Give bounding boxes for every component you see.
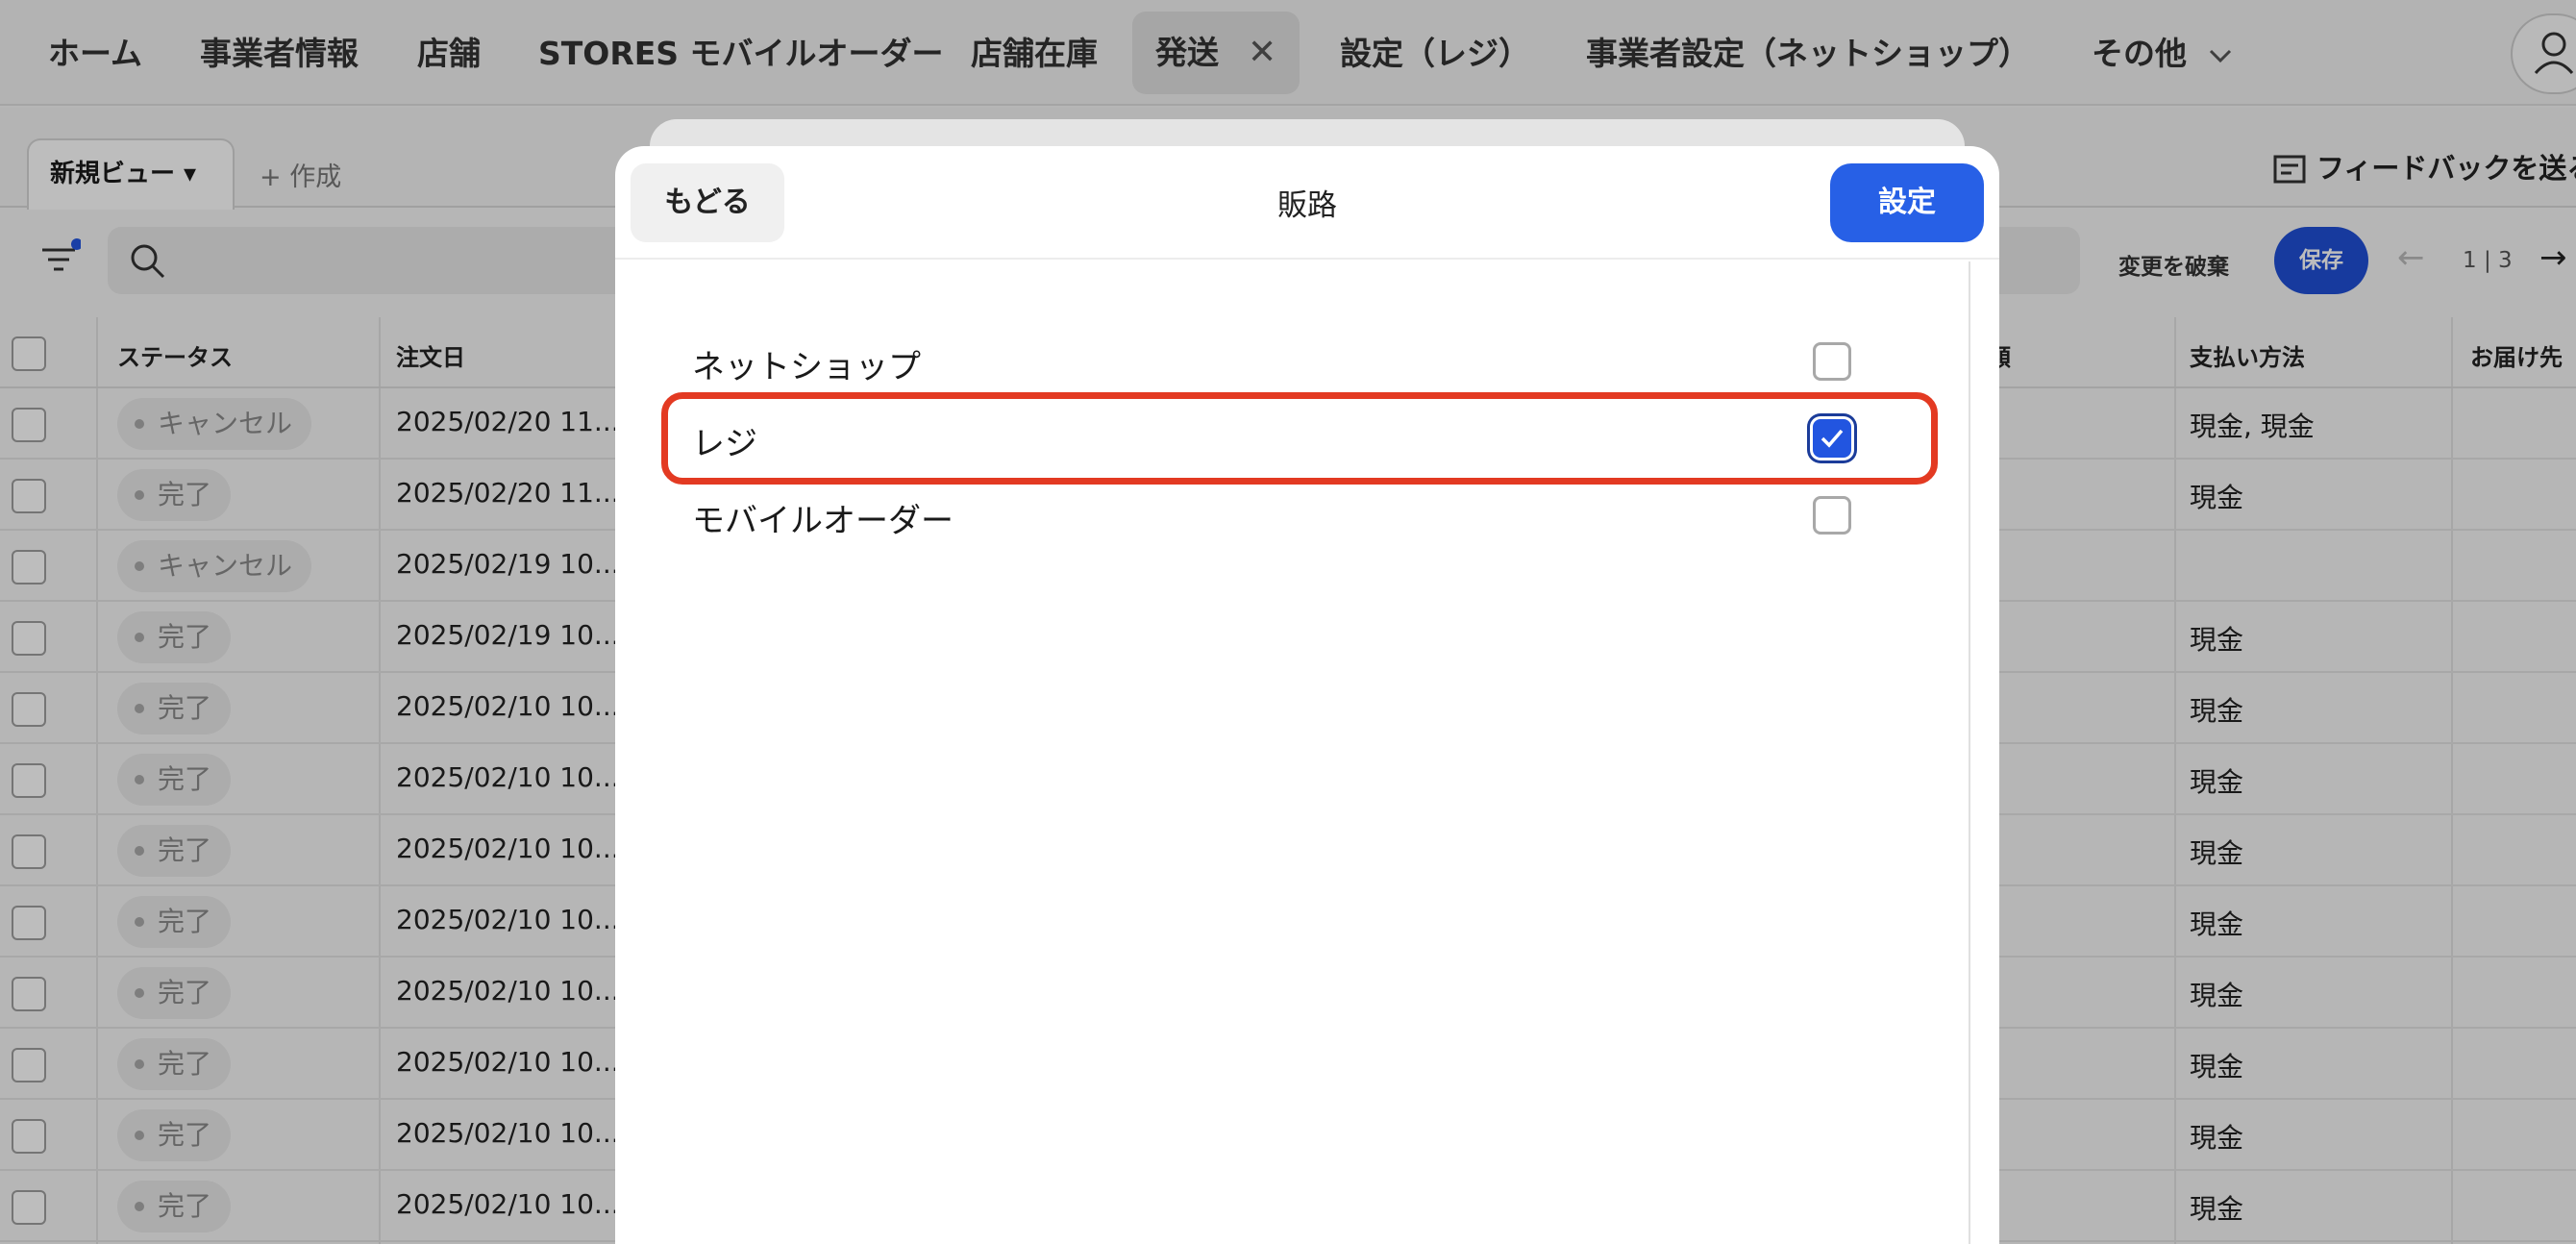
option-label: モバイルオーダー — [692, 502, 954, 540]
highlight-annotation — [661, 392, 1938, 485]
scrollbar[interactable] — [1969, 261, 1970, 1244]
option-mobile-order[interactable]: モバイルオーダー — [692, 486, 1884, 544]
option-netshop[interactable]: ネットショップ — [692, 333, 1884, 390]
modal-title: 販路 — [1277, 188, 1337, 223]
sales-channel-modal: もどる 販路 設定 ネットショップ レジ モバイルオーダー — [615, 146, 1999, 1244]
set-button[interactable]: 設定 — [1830, 163, 1984, 242]
option-checkbox[interactable] — [1813, 342, 1851, 381]
option-checkbox[interactable] — [1813, 496, 1851, 535]
modal-header: もどる 販路 設定 — [615, 146, 1999, 260]
option-label: ネットショップ — [692, 348, 921, 386]
